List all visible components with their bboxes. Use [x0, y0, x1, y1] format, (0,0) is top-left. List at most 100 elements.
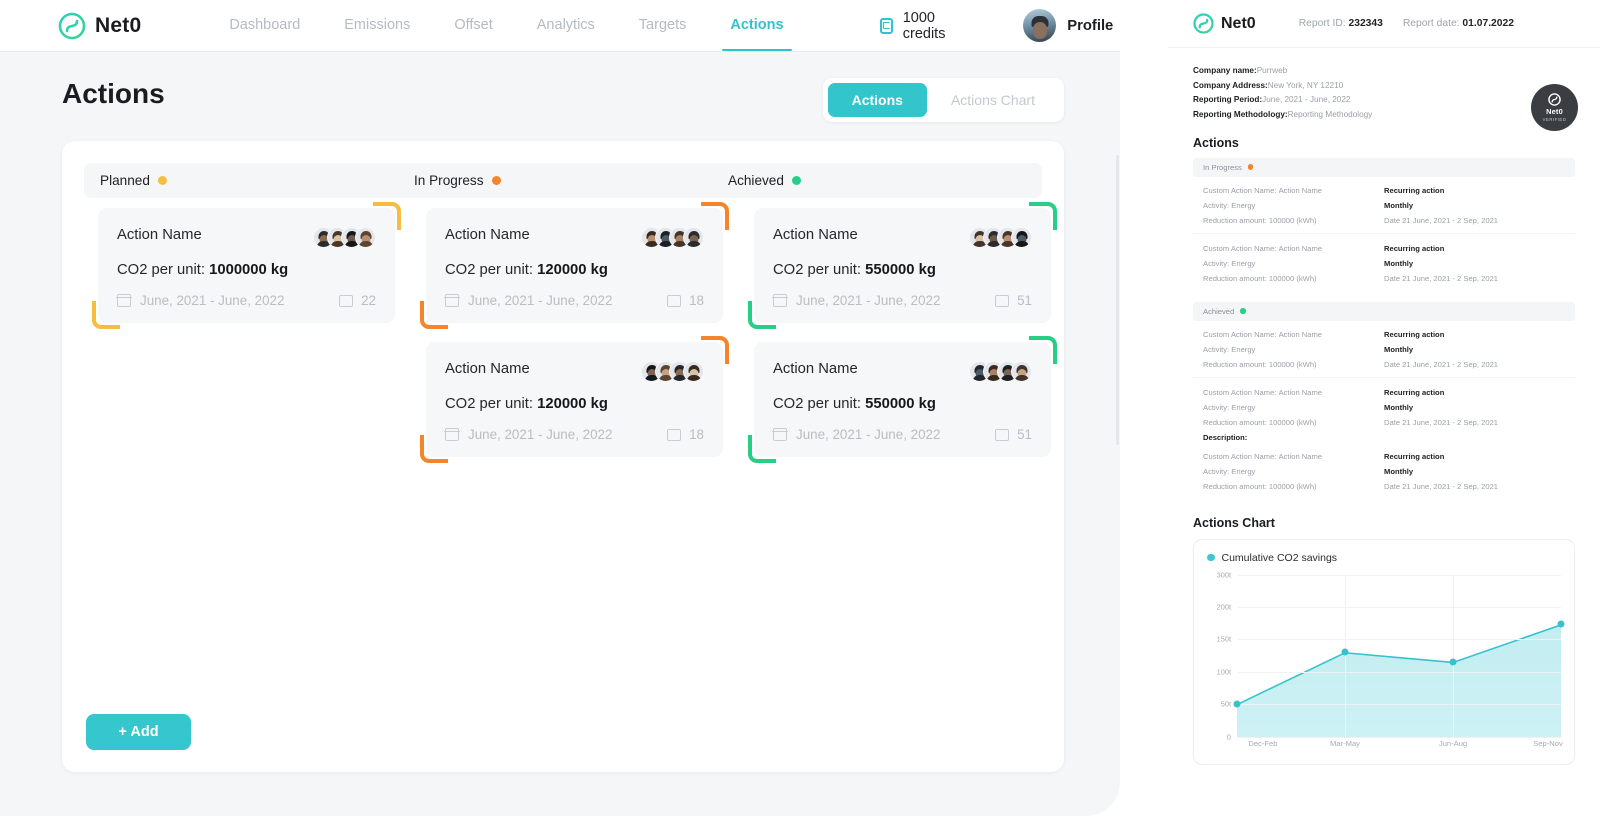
entry-activity: Activity: Energy [1203, 201, 1384, 210]
entry-activity-value: Energy [1231, 402, 1256, 412]
entry-name: Custom Action Name: Action Name [1203, 244, 1384, 253]
nav-item-emissions[interactable]: Emissions [342, 1, 412, 50]
credits-indicator[interactable]: 1000 credits [879, 10, 952, 42]
verified-badge-name: Net0 [1546, 107, 1563, 116]
entry-reduction-label: Reduction amount: [1203, 273, 1267, 283]
entry-date-label: Date [1384, 273, 1401, 283]
avatar [1011, 361, 1032, 382]
board-scrollbar[interactable] [1116, 155, 1119, 445]
entry-reduction: Reduction amount: 100000 (kWh) [1203, 274, 1384, 283]
action-card-co2: CO2 per unit: 1000000 kg [117, 262, 376, 278]
status-dot-planned [157, 176, 167, 185]
app-logo[interactable]: Net0 [58, 12, 141, 40]
comment-count[interactable]: 51 [995, 293, 1032, 308]
nav-item-offset[interactable]: Offset [452, 1, 494, 50]
nav-item-actions[interactable]: Actions [722, 1, 792, 51]
action-card-title: Action Name [117, 227, 202, 243]
action-card-co2: CO2 per unit: 550000 kg [773, 262, 1032, 278]
status-dot-achieved [1240, 308, 1246, 314]
company-name-row: Company name:Purrweb [1193, 66, 1575, 75]
comment-count[interactable]: 51 [995, 427, 1032, 442]
nav-item-targets[interactable]: Targets [637, 1, 689, 50]
chart-plot: 300t 200t 150t 100t 50t 0 Dec-Feb Mar-May Jun-A… [1207, 570, 1565, 755]
status-dot-achieved [791, 176, 801, 185]
chart-gridline [1237, 736, 1561, 738]
report-entry: Custom Action Name: Action Name Activity… [1193, 376, 1575, 450]
action-card[interactable]: Action Name CO2 per unit: 120000 kg June… [420, 336, 729, 463]
avatar [1011, 227, 1032, 248]
entry-name-value: Action Name [1278, 387, 1323, 397]
entry-activity-value: Energy [1231, 344, 1256, 354]
assignee-avatars[interactable] [641, 361, 704, 382]
entry-name-label: Custom Action Name: [1203, 185, 1277, 195]
entry-date: Date 21 June, 2021 - 2 Sep, 2021 [1384, 274, 1565, 283]
entry-name: Custom Action Name: Action Name [1203, 452, 1384, 461]
entry-activity-label: Activity: [1203, 344, 1230, 354]
entry-reduction: Reduction amount: 100000 (kWh) [1203, 216, 1384, 225]
entry-reduction-value: 100000 (kWh) [1268, 215, 1317, 225]
calendar-icon [444, 428, 460, 441]
chart-data-point [1449, 658, 1457, 666]
action-card[interactable]: Action Name CO2 per unit: 120000 kg June… [420, 202, 729, 329]
assignee-avatars[interactable] [641, 227, 704, 248]
entry-name-value: Action Name [1278, 451, 1323, 461]
calendar-icon [116, 294, 132, 307]
chart-area-series [1237, 623, 1561, 737]
entry-activity: Activity: Energy [1203, 467, 1384, 476]
entry-name-value: Action Name [1278, 243, 1323, 253]
calendar-icon [772, 428, 788, 441]
report-group-title: Achieved [1203, 306, 1235, 316]
chart-y-tick: 100t [1216, 667, 1231, 677]
reporting-period-value: June, 2021 - June, 2022 [1262, 95, 1351, 104]
assignee-avatars[interactable] [969, 227, 1032, 248]
action-card[interactable]: Action Name CO2 per unit: 1000000 kg Jun… [92, 202, 401, 329]
chart-x-axis: Dec-Feb Mar-May Jun-Aug Sep-Nov [1237, 738, 1563, 755]
avatar [683, 227, 704, 248]
entry-date-value: 21 June, 2021 - 2 Sep, 2021 [1402, 481, 1499, 491]
action-card-period: June, 2021 - June, 2022 [468, 427, 613, 442]
report-group-title: In Progress [1203, 162, 1242, 172]
entry-recurring-title: Recurring action [1384, 329, 1445, 339]
co2-label: CO2 per unit: [773, 262, 862, 278]
reporting-methodology-label: Reporting Methodology: [1193, 109, 1288, 119]
entry-activity-value: Energy [1231, 466, 1256, 476]
nav-item-analytics[interactable]: Analytics [535, 1, 597, 50]
report-date-label: Report date: [1402, 18, 1460, 29]
entry-date-label: Date [1384, 359, 1401, 369]
action-card[interactable]: Action Name CO2 per unit: 550000 kg June… [748, 202, 1057, 329]
report-brand-name: Net0 [1221, 14, 1256, 32]
legend-dot-icon [1207, 553, 1215, 562]
entry-reduction-label: Reduction amount: [1203, 359, 1267, 369]
comment-icon [667, 294, 682, 307]
nav-item-dashboard[interactable]: Dashboard [227, 1, 302, 50]
report-entry: Custom Action Name: Action Name Activity… [1193, 232, 1575, 291]
entry-date-value: 21 June, 2021 - 2 Sep, 2021 [1402, 417, 1499, 427]
tab-actions[interactable]: Actions [827, 83, 927, 117]
comment-icon [339, 294, 354, 307]
assignee-avatars[interactable] [969, 361, 1032, 382]
chart-x-tick: Sep-Nov [1533, 738, 1563, 748]
action-card[interactable]: Action Name CO2 per unit: 550000 kg June… [748, 336, 1057, 463]
report-id-value: 232343 [1348, 18, 1383, 29]
co2-label: CO2 per unit: [445, 262, 534, 278]
company-address-value: New York, NY 12210 [1267, 80, 1344, 90]
avatar [1023, 9, 1057, 42]
entry-name-value: Action Name [1278, 329, 1323, 339]
comment-count-value: 51 [1017, 293, 1032, 308]
add-action-button[interactable]: + Add [86, 714, 191, 750]
comment-count[interactable]: 18 [667, 293, 704, 308]
entry-name: Custom Action Name: Action Name [1203, 388, 1384, 397]
assignee-avatars[interactable] [313, 227, 376, 248]
entry-reduction: Reduction amount: 100000 (kWh) [1203, 360, 1384, 369]
co2-label: CO2 per unit: [773, 396, 862, 412]
tab-actions-chart[interactable]: Actions Chart [927, 83, 1059, 117]
actions-chart-card: Cumulative CO2 savings 300t 200t 150t 100t 5… [1193, 538, 1575, 765]
profile-menu[interactable]: Profile [1023, 9, 1120, 42]
entry-activity: Activity: Energy [1203, 403, 1384, 412]
entry-date-label: Date [1384, 215, 1401, 225]
chart-x-tick: Dec-Feb [1248, 738, 1278, 748]
comment-count[interactable]: 22 [339, 293, 376, 308]
report-panel: Net0 Report ID: 232343 Report date: 01.0… [1168, 0, 1600, 816]
status-dot-in-progress [1247, 164, 1254, 170]
comment-count[interactable]: 18 [667, 427, 704, 442]
